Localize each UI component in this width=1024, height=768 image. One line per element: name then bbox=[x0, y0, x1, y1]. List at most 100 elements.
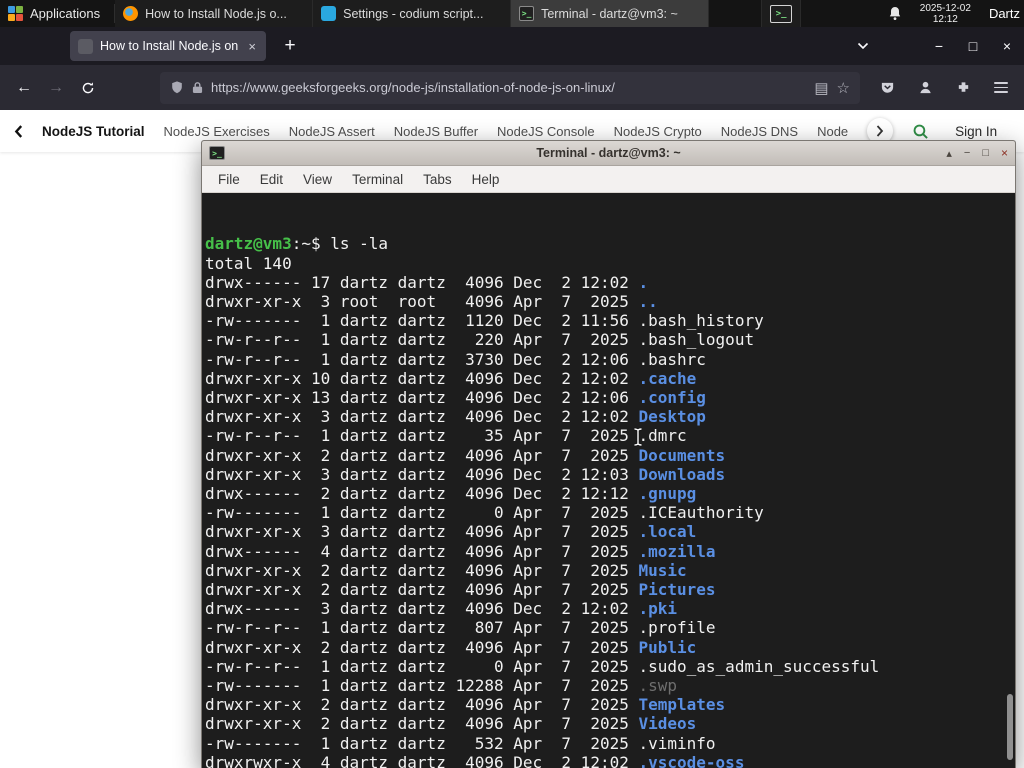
firefox-icon bbox=[123, 6, 139, 21]
account-icon[interactable] bbox=[910, 73, 940, 103]
terminal-line: drwxr-xr-x 3 dartz dartz 4096 Apr 7 2025… bbox=[205, 522, 697, 542]
lock-icon[interactable] bbox=[192, 81, 203, 94]
tracking-shield-icon[interactable] bbox=[170, 80, 184, 95]
terminal-line: total 140 bbox=[205, 253, 292, 273]
taskbar-item-label: Settings - codium script... bbox=[343, 6, 484, 21]
back-button[interactable]: ← bbox=[8, 73, 40, 103]
terminal-maximize-button[interactable]: □ bbox=[982, 147, 989, 159]
applications-menu[interactable]: Applications bbox=[0, 0, 114, 27]
url-text[interactable]: https://www.geeksforgeeks.org/node-js/in… bbox=[211, 80, 806, 95]
reader-mode-icon[interactable]: ▤ bbox=[814, 79, 828, 97]
terminal-line: drwxr-xr-x 2 dartz dartz 4096 Apr 7 2025… bbox=[205, 714, 697, 734]
browser-navigation-toolbar: ← → https://www.geeksforgeeks.org/node-j… bbox=[0, 65, 1024, 110]
terminal-line: -rw-r--r-- 1 dartz dartz 35 Apr 7 2025 .… bbox=[205, 426, 687, 446]
applications-label: Applications bbox=[30, 6, 101, 21]
terminal-output-lines: dartz@vm3:~$ ls -la total 140 drwx------ 1… bbox=[205, 234, 1015, 768]
applications-icon bbox=[8, 6, 23, 21]
menu-help[interactable]: Help bbox=[462, 172, 510, 187]
terminal-launcher-button[interactable]: >_ bbox=[761, 0, 802, 27]
nav-link-node-truncated[interactable]: Node bbox=[817, 124, 848, 139]
nav-link-nodejs-exercises[interactable]: NodeJS Exercises bbox=[164, 124, 270, 139]
window-maximize-button[interactable]: □ bbox=[956, 31, 990, 61]
nav-scroll-left-icon[interactable] bbox=[14, 124, 23, 138]
nav-link-nodejs-buffer[interactable]: NodeJS Buffer bbox=[394, 124, 478, 139]
terminal-scrollbar-thumb[interactable] bbox=[1007, 694, 1013, 760]
tab-close-icon[interactable]: × bbox=[246, 39, 258, 54]
page-favicon-icon bbox=[78, 38, 93, 54]
terminal-menubar: File Edit View Terminal Tabs Help bbox=[202, 166, 1015, 193]
terminal-line: drwxr-xr-x 3 dartz dartz 4096 Dec 2 12:0… bbox=[205, 407, 706, 427]
nav-link-nodejs-tutorial[interactable]: NodeJS Tutorial bbox=[42, 124, 145, 139]
terminal-output[interactable]: dartz@vm3:~$ ls -la total 140 drwx------ 1… bbox=[202, 193, 1015, 768]
clock-date: 2025-12-02 bbox=[919, 2, 971, 14]
menu-hamburger-icon[interactable] bbox=[986, 73, 1016, 103]
terminal-line: drwx------ 17 dartz dartz 4096 Dec 2 12:… bbox=[205, 272, 649, 292]
terminal-line: drwxr-xr-x 3 dartz dartz 4096 Dec 2 12:0… bbox=[205, 464, 726, 484]
extensions-puzzle-icon[interactable] bbox=[948, 73, 978, 103]
new-tab-button[interactable]: + bbox=[274, 31, 306, 61]
terminal-icon: >_ bbox=[519, 6, 535, 21]
sign-in-button[interactable]: Sign In bbox=[955, 124, 1023, 139]
terminal-line: drwxr-xr-x 2 dartz dartz 4096 Apr 7 2025… bbox=[205, 445, 726, 465]
clock-time: 12:12 bbox=[932, 13, 958, 25]
terminal-window: >_ Terminal - dartz@vm3: ~ ▴ − □ × File … bbox=[201, 140, 1016, 768]
taskbar-item-label: Terminal - dartz@vm3: ~ bbox=[541, 6, 678, 21]
terminal-titlebar[interactable]: >_ Terminal - dartz@vm3: ~ ▴ − □ × bbox=[202, 141, 1015, 166]
terminal-line: drwxr-xr-x 10 dartz dartz 4096 Dec 2 12:… bbox=[205, 368, 697, 388]
tab-title: How to Install Node.js on... bbox=[100, 39, 240, 53]
terminal-line: -rw-r--r-- 1 dartz dartz 3730 Dec 2 12:0… bbox=[205, 349, 706, 369]
window-minimize-button[interactable]: − bbox=[922, 31, 956, 61]
taskbar-item-label: How to Install Node.js o... bbox=[145, 6, 287, 21]
terminal-line: drwxr-xr-x 3 root root 4096 Apr 7 2025 .… bbox=[205, 292, 658, 312]
terminal-launcher-icon: >_ bbox=[770, 4, 793, 23]
menu-tabs[interactable]: Tabs bbox=[413, 172, 462, 187]
terminal-line: -rw-r--r-- 1 dartz dartz 807 Apr 7 2025 … bbox=[205, 618, 716, 638]
terminal-line: -rw------- 1 dartz dartz 1120 Dec 2 11:5… bbox=[205, 311, 764, 331]
terminal-window-icon: >_ bbox=[209, 146, 225, 160]
terminal-line: drwxr-xr-x 2 dartz dartz 4096 Apr 7 2025… bbox=[205, 637, 697, 657]
notification-bell-icon[interactable] bbox=[888, 6, 902, 21]
url-bar[interactable]: https://www.geeksforgeeks.org/node-js/in… bbox=[160, 71, 860, 104]
menu-file[interactable]: File bbox=[208, 172, 250, 187]
terminal-line: drwxr-xr-x 13 dartz dartz 4096 Dec 2 12:… bbox=[205, 388, 706, 408]
terminal-shade-button[interactable]: ▴ bbox=[946, 147, 952, 160]
terminal-line: dartz@vm3:~$ ls -la bbox=[205, 234, 389, 254]
list-tabs-chevron-icon[interactable] bbox=[846, 31, 880, 61]
pocket-icon[interactable] bbox=[872, 73, 902, 103]
window-close-button[interactable]: × bbox=[990, 31, 1024, 61]
nav-link-nodejs-dns[interactable]: NodeJS DNS bbox=[721, 124, 798, 139]
terminal-line: -rw------- 1 dartz dartz 0 Apr 7 2025 .I… bbox=[205, 503, 764, 523]
browser-tab[interactable]: How to Install Node.js on... × bbox=[70, 31, 266, 61]
codium-icon bbox=[321, 6, 337, 21]
terminal-line: -rw-r--r-- 1 dartz dartz 0 Apr 7 2025 .s… bbox=[205, 656, 880, 676]
bookmark-star-icon[interactable]: ☆ bbox=[837, 79, 850, 97]
terminal-line: drwxr-xr-x 2 dartz dartz 4096 Apr 7 2025… bbox=[205, 560, 687, 580]
terminal-line: drwxr-xr-x 2 dartz dartz 4096 Apr 7 2025… bbox=[205, 695, 726, 715]
panel-user-label[interactable]: Dartz bbox=[989, 6, 1020, 21]
panel-clock[interactable]: 2025-12-02 12:12 bbox=[920, 3, 971, 25]
reload-button[interactable] bbox=[72, 73, 104, 103]
taskbar-item-codium[interactable]: Settings - codium script... bbox=[313, 0, 512, 27]
terminal-line: drwx------ 3 dartz dartz 4096 Dec 2 12:0… bbox=[205, 599, 678, 619]
taskbar-item-firefox[interactable]: How to Install Node.js o... bbox=[115, 0, 314, 27]
taskbar-item-terminal[interactable]: >_ Terminal - dartz@vm3: ~ bbox=[511, 0, 710, 27]
terminal-line: -rw------- 1 dartz dartz 532 Apr 7 2025 … bbox=[205, 733, 716, 753]
forward-button[interactable]: → bbox=[40, 73, 72, 103]
search-icon[interactable] bbox=[912, 123, 929, 140]
terminal-line: -rw------- 1 dartz dartz 12288 Apr 7 202… bbox=[205, 676, 678, 696]
terminal-minimize-button[interactable]: − bbox=[964, 147, 970, 159]
terminal-line: drwxrwxr-x 4 dartz dartz 4096 Dec 2 12:0… bbox=[205, 752, 745, 768]
browser-tab-bar: How to Install Node.js on... × + − □ × bbox=[0, 27, 1024, 65]
terminal-line: drwxr-xr-x 2 dartz dartz 4096 Apr 7 2025… bbox=[205, 580, 716, 600]
menu-view[interactable]: View bbox=[293, 172, 342, 187]
nav-link-nodejs-crypto[interactable]: NodeJS Crypto bbox=[614, 124, 702, 139]
terminal-line: -rw-r--r-- 1 dartz dartz 220 Apr 7 2025 … bbox=[205, 330, 755, 350]
terminal-close-button[interactable]: × bbox=[1001, 146, 1008, 160]
nav-link-nodejs-console[interactable]: NodeJS Console bbox=[497, 124, 595, 139]
terminal-line: drwx------ 2 dartz dartz 4096 Dec 2 12:1… bbox=[205, 484, 697, 504]
nav-link-nodejs-assert[interactable]: NodeJS Assert bbox=[289, 124, 375, 139]
menu-terminal[interactable]: Terminal bbox=[342, 172, 413, 187]
menu-edit[interactable]: Edit bbox=[250, 172, 293, 187]
terminal-line: drwx------ 4 dartz dartz 4096 Apr 7 2025… bbox=[205, 541, 716, 561]
desktop-topbar: Applications How to Install Node.js o...… bbox=[0, 0, 1024, 27]
